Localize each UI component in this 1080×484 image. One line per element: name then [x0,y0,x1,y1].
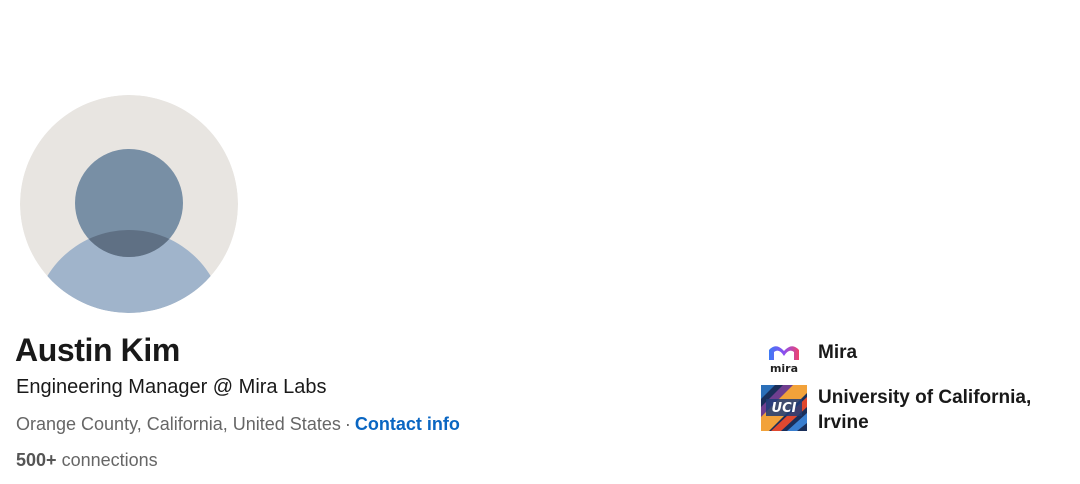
profile-headline: Engineering Manager @ Mira Labs [16,376,327,398]
contact-info-link[interactable]: Contact info [355,414,460,434]
education-school-link[interactable]: UCI University of California, Irvine [761,385,1053,435]
location-row: Orange County, California, United States… [16,411,460,437]
company-name: Mira [818,342,858,363]
school-name: University of California, Irvine [818,387,1032,433]
profile-name: Austin Kim [15,332,180,368]
uci-logo-text: UCI [772,401,797,416]
current-company-link[interactable]: mira Mira [761,338,1053,384]
profile-photo[interactable] [20,95,238,313]
profile-location: Orange County, California, United States [16,414,341,434]
connections-label: connections [61,450,158,470]
connections-count: 500+ [16,450,57,470]
mira-logo-icon: mira [761,338,807,384]
connections-link[interactable]: 500+ connections [16,447,158,473]
mira-logo-text: mira [770,362,798,375]
separator-dot: · [344,414,351,434]
uci-logo-icon: UCI [761,385,807,431]
default-person-avatar-icon [20,95,238,313]
